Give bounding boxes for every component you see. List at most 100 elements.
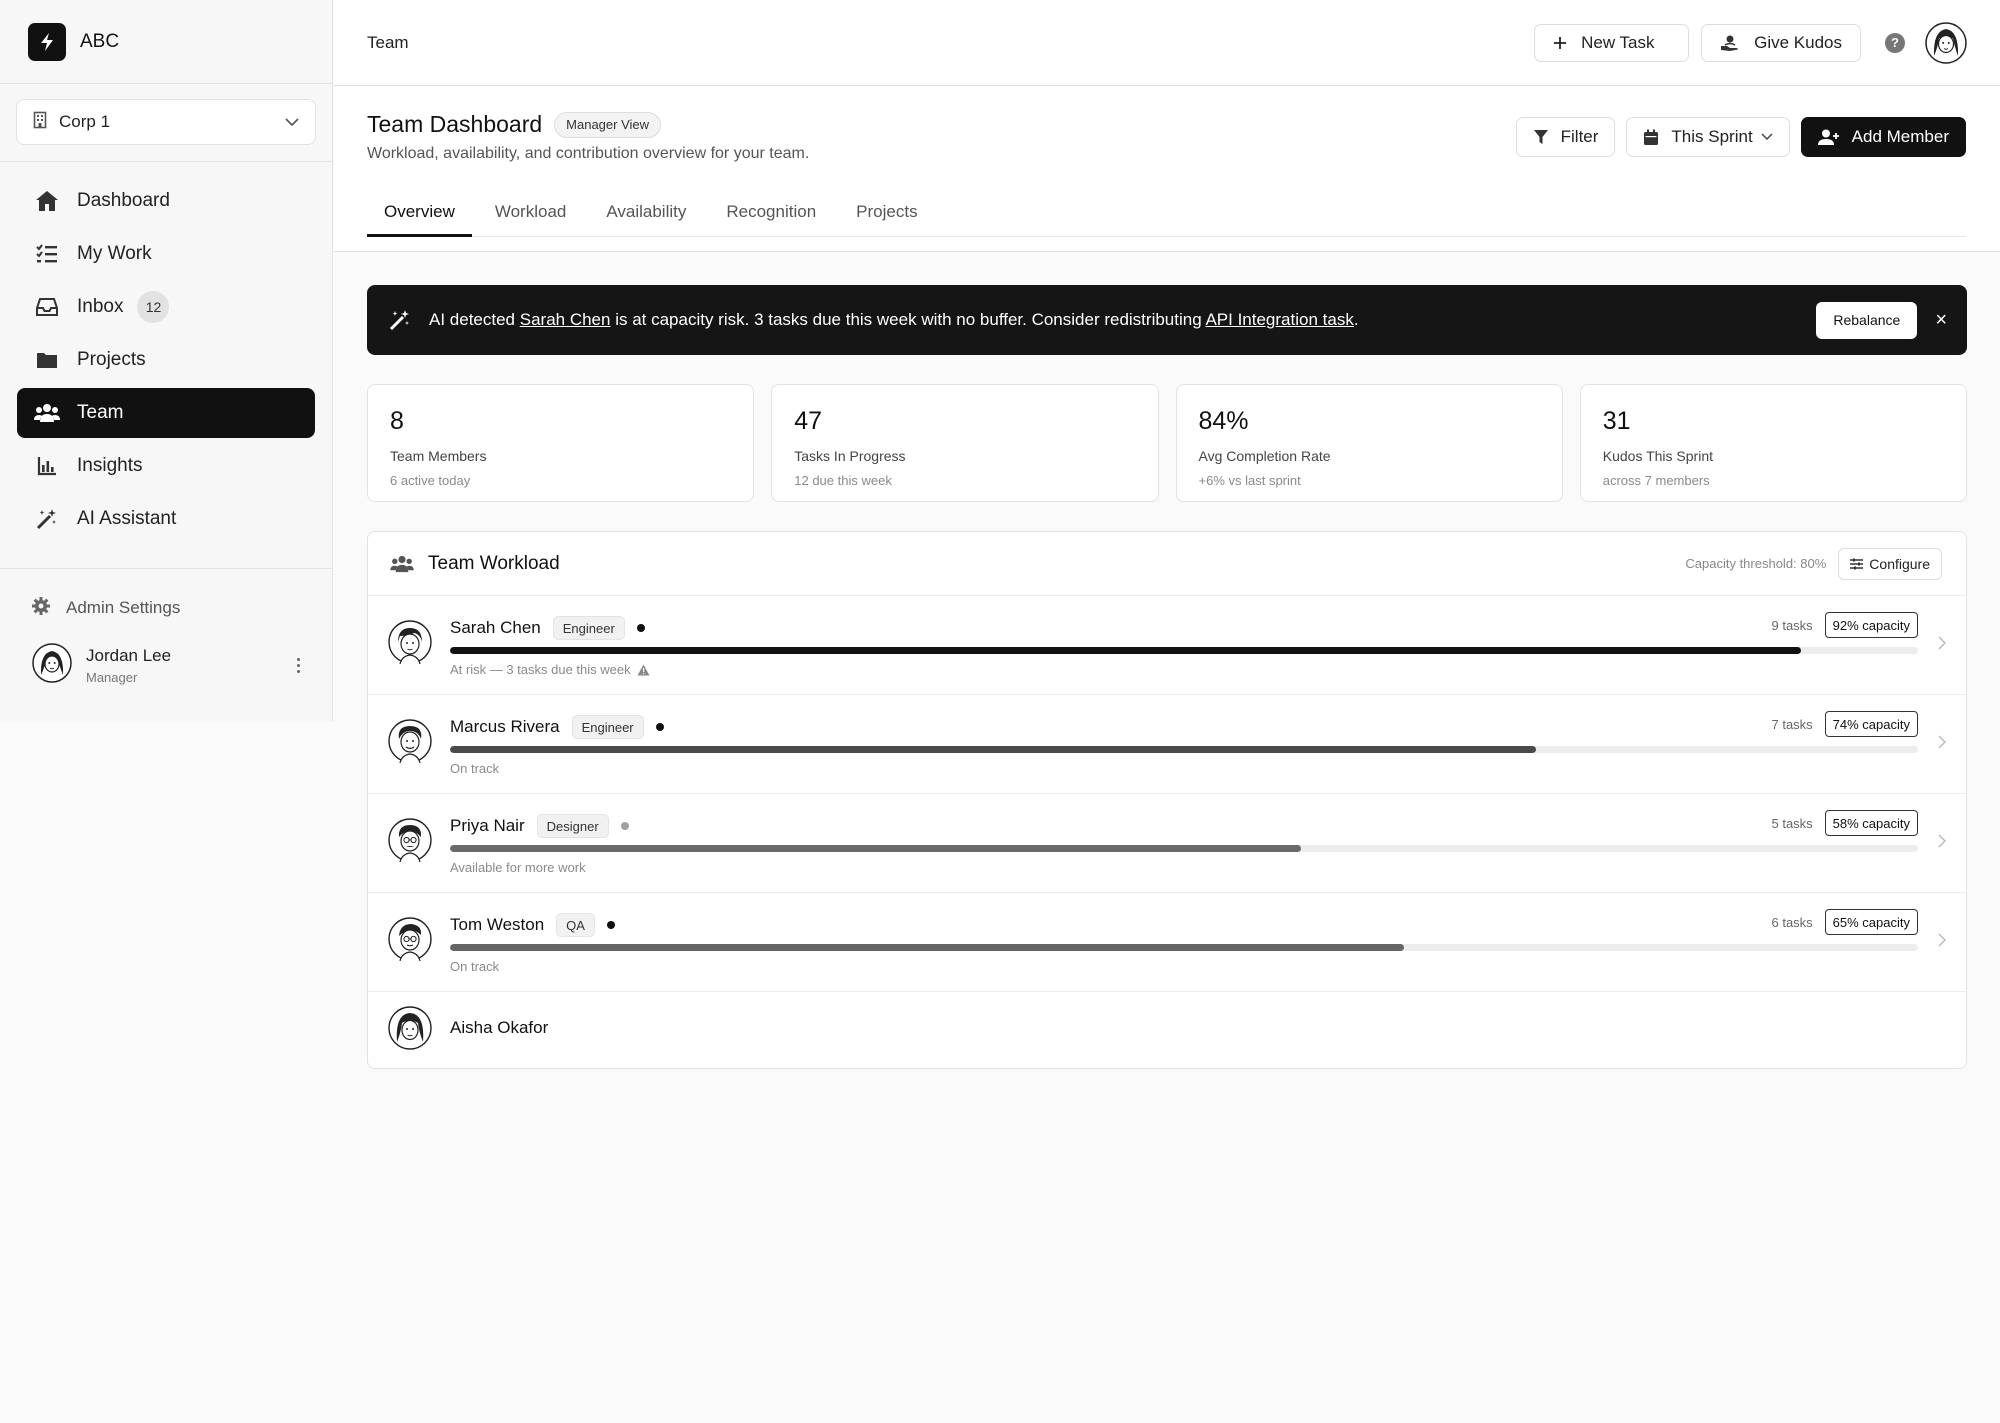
member-name[interactable]: Marcus Rivera [450,717,560,737]
kudos-hand-icon [1720,34,1740,52]
configure-label: Configure [1869,555,1930,572]
chevron-right-icon[interactable] [1938,933,1946,947]
sidebar-item-insights[interactable]: Insights [17,441,315,491]
building-icon [33,111,47,134]
alert-text: . [1353,310,1359,329]
avatar[interactable] [1925,21,1967,64]
user-name: Jordan Lee [86,646,172,665]
sidebar-item-label: Projects [77,349,146,370]
home-icon [33,187,61,215]
sidebar-item-inbox[interactable]: Inbox 12 [17,282,315,332]
stat-label: Avg Completion Rate [1198,448,1331,464]
task-count: 7 tasks [1771,716,1813,732]
stat-value: 84% [1198,407,1249,435]
stat-card-tasks-in-progress: 47 Tasks In Progress 12 due this week [771,384,1159,502]
sidebar-item-dashboard[interactable]: Dashboard [17,176,315,226]
stat-sub: 12 due this week [794,473,892,488]
role-badge: Engineer [571,715,644,739]
stat-label: Kudos This Sprint [1602,448,1713,464]
chevron-right-icon[interactable] [1938,834,1946,848]
current-user[interactable]: Jordan Lee Manager [0,643,332,688]
task-count: 9 tasks [1771,617,1813,633]
section-title: Team Workload [428,552,560,574]
close-icon[interactable]: × [1935,309,1947,332]
chevron-down-icon [285,113,299,131]
member-name[interactable]: Priya Nair [450,816,525,836]
sidebar: ABC Corp 1 Dashboard My Work Inbox 12 Pr… [0,0,333,722]
sidebar-nav: Dashboard My Work Inbox 12 Projects Team… [0,162,332,569]
sidebar-item-label: Insights [77,455,143,476]
chevron-right-icon[interactable] [1938,636,1946,650]
tab-projects[interactable]: Projects [839,194,934,237]
stat-sub: across 7 members [1602,473,1710,488]
new-task-label: New Task [1581,32,1655,52]
status-text: At risk — 3 tasks due this week [450,662,650,677]
brand[interactable]: ABC [0,0,332,84]
org-selector[interactable]: Corp 1 [16,99,316,145]
member-name[interactable]: Aisha Okafor [450,1018,548,1038]
tab-workload[interactable]: Workload [478,194,584,237]
tab-bar: Overview Workload Availability Recogniti… [367,194,1966,237]
presence-dot [620,822,629,830]
new-task-button[interactable]: New Task [1534,23,1690,62]
sidebar-item-my-work[interactable]: My Work [17,229,315,279]
api-integration-task-link[interactable]: API Integration task [1205,310,1353,329]
give-kudos-label: Give Kudos [1754,32,1842,52]
alert-text: is at capacity risk. 3 tasks due this we… [610,310,1206,329]
table-row[interactable]: Sarah Chen Engineer 9 tasks 92% capacity… [368,596,1966,695]
filter-label: Filter [1560,127,1599,146]
warning-icon [637,664,650,676]
add-member-button[interactable]: Add Member [1800,117,1966,157]
inbox-icon [33,293,61,321]
member-name[interactable]: Sarah Chen [450,618,541,638]
user-role: Manager [86,670,138,685]
tab-overview[interactable]: Overview [367,194,472,237]
stat-value: 47 [794,407,823,435]
capacity-bar-fill [450,647,1801,654]
member-name[interactable]: Tom Weston [450,915,544,935]
chevron-right-icon[interactable] [1938,735,1946,749]
capacity-bar-fill [450,845,1302,852]
table-row[interactable]: Tom Weston QA 6 tasks 65% capacity On tr… [368,893,1966,992]
configure-button[interactable]: Configure [1838,547,1942,580]
sidebar-item-label: Dashboard [77,190,170,211]
role-badge: Designer [536,814,609,838]
filter-button[interactable]: Filter [1515,117,1616,157]
help-icon[interactable]: ? [1885,32,1905,53]
bolt-icon [28,22,66,61]
sarah-chen-link[interactable]: Sarah Chen [520,310,611,329]
status-text: Available for more work [450,860,586,875]
sidebar-item-ai-assistant[interactable]: AI Assistant [17,494,315,544]
capacity-bar [450,746,1918,753]
stat-card-team-members: 8 Team Members 6 active today [367,384,755,502]
sidebar-item-label: Team [77,402,124,423]
sprint-label: This Sprint [1671,127,1753,146]
manager-view-badge: Manager View [554,111,662,138]
status-label: On track [450,761,500,776]
org-name: Corp 1 [59,112,111,131]
rebalance-button[interactable]: Rebalance [1816,301,1918,339]
avatar [32,643,72,688]
sidebar-item-label: AI Assistant [77,508,177,529]
ai-alert-banner: AI detected Sarah Chen is at capacity ri… [367,285,1967,355]
more-vertical-icon[interactable] [297,658,300,673]
sidebar-item-label: My Work [77,243,152,264]
sidebar-item-team[interactable]: Team [17,388,315,438]
sprint-selector[interactable]: This Sprint [1626,117,1790,157]
table-row[interactable]: Marcus Rivera Engineer 7 tasks 74% capac… [368,695,1966,794]
presence-dot [636,624,645,632]
role-badge: Engineer [552,616,625,640]
stat-label: Team Members [390,448,487,464]
admin-settings-link[interactable]: Admin Settings [0,589,332,627]
stat-value: 8 [390,407,404,435]
gear-icon [32,596,50,620]
table-row[interactable]: Aisha Okafor [368,992,1966,1066]
role-badge: QA [556,913,595,937]
give-kudos-button[interactable]: Give Kudos [1701,23,1861,62]
tab-availability[interactable]: Availability [589,194,703,237]
tab-recognition[interactable]: Recognition [709,194,833,237]
sidebar-item-projects[interactable]: Projects [17,335,315,385]
capacity-bar [450,845,1918,852]
stat-value: 31 [1602,407,1631,435]
table-row[interactable]: Priya Nair Designer 5 tasks 58% capacity… [368,794,1966,893]
